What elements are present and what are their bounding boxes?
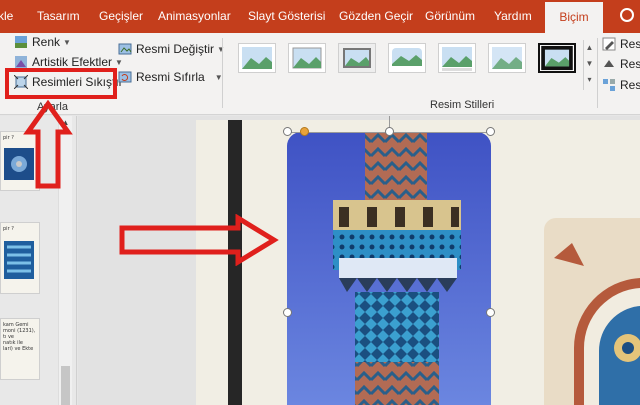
style-preview-icon (392, 48, 422, 66)
slide-thumbnail[interactable]: kam Gemi moni (1231), tı ve natık ile la… (0, 318, 40, 380)
picture-styles-group-label: Resim Stilleri (430, 99, 495, 111)
artistic-effects-label: Artistik Efektler (32, 55, 113, 69)
annotation-right-arrow (119, 214, 279, 266)
resize-handle-top[interactable] (385, 127, 394, 136)
slide-thumbnail-title: pir ? (3, 226, 14, 232)
annotation-up-arrow (23, 100, 73, 189)
resize-handle-left[interactable] (283, 308, 292, 317)
second-picture[interactable] (544, 218, 640, 405)
change-picture-icon (118, 43, 132, 55)
minaret-photo (287, 132, 491, 405)
picture-style-5[interactable] (438, 43, 476, 73)
layout-icon (603, 79, 615, 91)
chevron-down-icon: ▼ (63, 37, 71, 47)
effects-icon (604, 60, 614, 67)
scrollbar-thumb[interactable] (61, 366, 70, 405)
change-picture-button[interactable]: Resmi Değiştir ▼ (118, 42, 225, 56)
picture-style-3[interactable] (338, 43, 376, 73)
tab-bicim[interactable]: Biçim (545, 2, 603, 33)
resize-handle-top-right[interactable] (486, 127, 495, 136)
reset-picture-label: Resmi Sıfırla (136, 70, 205, 84)
scroll-down-icon[interactable]: ▼ (584, 56, 595, 72)
picture-effects-button[interactable]: Resi (602, 57, 640, 71)
artistic-effects-icon (15, 56, 27, 68)
group-divider (222, 38, 223, 108)
chevron-down-icon: ▼ (217, 44, 225, 54)
resize-handle-right[interactable] (486, 308, 495, 317)
color-icon (15, 36, 27, 48)
selected-picture[interactable] (287, 132, 491, 405)
tab-slayt-gosterisi[interactable]: Slayt Gösterisi (248, 0, 325, 33)
tab-yardim[interactable]: Yardım (494, 0, 532, 33)
tab-gozden-gecir[interactable]: Gözden Geçir (339, 0, 413, 33)
change-picture-label: Resmi Değiştir (136, 42, 215, 56)
picture-style-2[interactable] (288, 43, 326, 73)
artistic-effects-button[interactable]: Artistik Efektler ▼ (14, 55, 123, 69)
tab-animasyonlar[interactable]: Animasyonlar (158, 0, 231, 33)
color-button[interactable]: Renk ▼ (14, 35, 71, 49)
tab-gorunum[interactable]: Görünüm (425, 0, 475, 33)
chevron-down-icon: ▼ (115, 57, 123, 67)
picture-border-button[interactable]: Resi (602, 37, 640, 51)
tab-gecisler[interactable]: Geçişler (99, 0, 143, 33)
scroll-up-icon[interactable]: ▲ (584, 40, 595, 56)
picture-style-7[interactable] (538, 43, 576, 73)
adjust-handle[interactable] (300, 127, 309, 136)
picture-effects-label: Resi (620, 57, 640, 71)
pencil-icon (602, 37, 616, 51)
color-label: Renk (32, 35, 61, 49)
group-divider (597, 38, 598, 108)
ribbon-tab-bar: kle Tasarım Geçişler Animasyonlar Slayt … (0, 0, 640, 33)
resize-handle-top-left[interactable] (283, 127, 292, 136)
tab-tasarim[interactable]: Tasarım (37, 0, 80, 33)
picture-layout-button[interactable]: Resi (602, 78, 640, 92)
style-preview-icon (343, 48, 371, 68)
tab-ekle[interactable]: kle (0, 0, 13, 33)
reset-picture-button[interactable]: Resmi Sıfırla ▼ (118, 70, 223, 84)
more-styles-icon[interactable]: ▾ (584, 72, 595, 88)
style-preview-icon (541, 45, 573, 71)
picture-layout-label: Resi (620, 78, 640, 92)
picture-border-label: Resi (620, 37, 640, 51)
slide-thumbnail-text: kam Gemi moni (1231), tı ve natık ile la… (3, 322, 36, 352)
style-preview-icon (492, 47, 522, 69)
slide-thumbnail-image (4, 241, 34, 279)
picture-style-6[interactable] (488, 43, 526, 73)
styles-gallery-scroll[interactable]: ▲ ▼ ▾ (583, 40, 595, 90)
style-preview-icon (242, 47, 272, 69)
tell-me-icon[interactable] (620, 8, 634, 22)
picture-style-1[interactable] (238, 43, 276, 73)
tile-dome-photo (544, 218, 640, 405)
highlight-box (5, 68, 117, 99)
style-preview-icon (442, 47, 472, 71)
style-preview-icon (292, 47, 322, 69)
picture-style-4[interactable] (388, 43, 426, 73)
reset-picture-icon (118, 71, 132, 83)
slide-thumbnail[interactable]: pir ? (0, 222, 40, 294)
